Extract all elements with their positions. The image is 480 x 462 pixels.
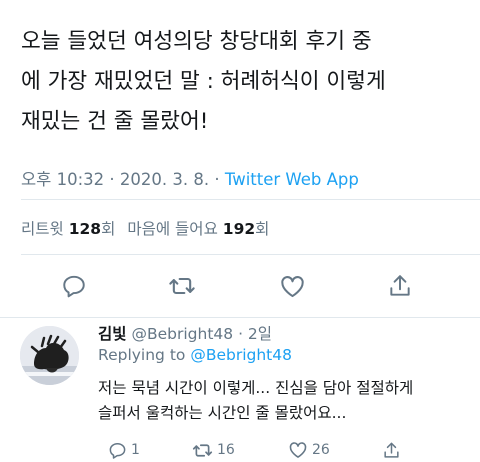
tweet-text: 오늘 들었던 여성의당 창당대회 후기 중 에 가장 재밌었던 말 : 허례허식… xyxy=(21,22,461,142)
reply-icon xyxy=(63,275,85,298)
retweet-icon xyxy=(169,277,195,295)
tweet-meta: 오후 10:32 · 2020. 3. 8. · Twitter Web App xyxy=(21,166,359,190)
tweet-stats: 리트윗 128회 마음에 들어요 192회 xyxy=(21,217,269,239)
reply-author-name[interactable]: 김빛 xyxy=(98,325,127,343)
replying-prefix: Replying to xyxy=(98,346,186,364)
heart-icon xyxy=(280,275,304,297)
share-button[interactable] xyxy=(382,268,418,304)
replying-to: Replying to @Bebright48 xyxy=(98,346,292,364)
like-count: 26 xyxy=(312,442,330,458)
likes-stat[interactable]: 마음에 들어요 192회 xyxy=(127,220,269,238)
retweets-count: 128 xyxy=(68,220,102,238)
reply-button[interactable] xyxy=(56,268,92,304)
retweets-suffix: 회 xyxy=(101,220,116,238)
avatar[interactable] xyxy=(20,326,79,385)
reply-text-line: 슬퍼서 울컥하는 시간인 줄 몰랐어요... xyxy=(98,404,347,422)
likes-suffix: 회 xyxy=(255,220,270,238)
divider xyxy=(21,199,480,200)
reply-author-handle[interactable]: @Bebright48 xyxy=(131,325,233,343)
retweet-icon xyxy=(192,443,213,457)
likes-label: 마음에 들어요 xyxy=(127,220,218,238)
retweet-count: 16 xyxy=(217,442,235,458)
tweet-source-app[interactable]: Twitter Web App xyxy=(225,170,359,189)
avatar-image xyxy=(20,326,79,385)
like-button[interactable] xyxy=(274,268,310,304)
reply-reply-button[interactable]: 1 xyxy=(108,438,140,462)
likes-count: 192 xyxy=(222,220,256,238)
tweet-actions xyxy=(0,268,480,304)
share-icon xyxy=(390,275,410,296)
reply-icon xyxy=(109,442,126,459)
reply-text: 저는 묵념 시간이 이렇게... 진심을 담아 절절하게 슬퍼서 울컥하는 시간… xyxy=(98,376,468,426)
tweet-time[interactable]: 오후 10:32 xyxy=(21,170,104,189)
share-icon xyxy=(384,442,399,458)
retweets-label: 리트윗 xyxy=(21,220,64,238)
tweet-text-line: 에 가장 재밌었던 말 : 허례허식이 이렇게 xyxy=(21,69,386,94)
reply-actions: 1 16 26 xyxy=(98,438,478,462)
main-tweet: 오늘 들었던 여성의당 창당대회 후기 중 에 가장 재밌었던 말 : 허례허식… xyxy=(0,0,480,318)
replying-handle[interactable]: @Bebright48 xyxy=(190,346,292,364)
reply-time: · 2일 xyxy=(238,325,273,343)
reply-retweet-button[interactable]: 16 xyxy=(192,438,235,462)
reply-text-line: 저는 묵념 시간이 이렇게... 진심을 담아 절절하게 xyxy=(98,379,414,397)
meta-separator: · xyxy=(109,170,115,189)
retweet-button[interactable] xyxy=(164,268,200,304)
reply-count: 1 xyxy=(131,442,140,458)
retweets-stat[interactable]: 리트윗 128회 xyxy=(21,220,115,238)
reply-tweet[interactable]: 김빛 @Bebright48 · 2일 Replying to @Bebrigh… xyxy=(0,318,480,462)
reply-header: 김빛 @Bebright48 · 2일 xyxy=(98,322,272,344)
reply-share-button[interactable] xyxy=(382,438,405,462)
tweet-text-line: 오늘 들었던 여성의당 창당대회 후기 중 xyxy=(21,29,372,54)
tweet-date[interactable]: 2020. 3. 8. xyxy=(120,170,209,189)
divider xyxy=(21,254,480,255)
meta-separator: · xyxy=(214,170,220,189)
heart-icon xyxy=(289,442,307,458)
tweet-text-line: 재밌는 건 줄 몰랐어! xyxy=(21,109,209,134)
reply-like-button[interactable]: 26 xyxy=(288,438,330,462)
